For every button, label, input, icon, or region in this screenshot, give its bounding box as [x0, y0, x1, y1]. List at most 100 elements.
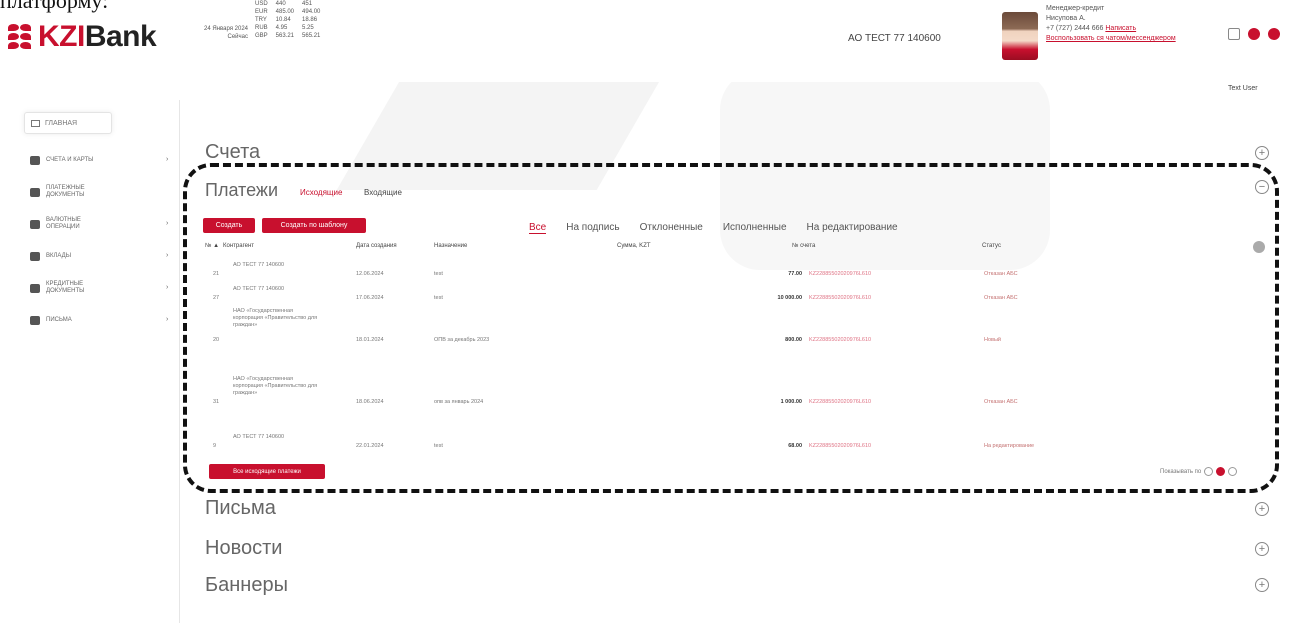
cell-date: 12.06.2024	[356, 271, 384, 277]
pager-option[interactable]	[1228, 467, 1238, 476]
logo-icon	[6, 20, 34, 54]
all-outgoing-button[interactable]: Все исходящие платежи	[209, 464, 325, 479]
filter-tab[interactable]: На подпись	[566, 222, 619, 234]
rate-cur: RUB	[255, 25, 268, 31]
settings-icon[interactable]	[1248, 28, 1260, 40]
cell-date: 18.06.2024	[356, 399, 384, 405]
collapse-payments-icon[interactable]: −	[1255, 180, 1269, 194]
column-header[interactable]: Назначение	[434, 243, 467, 249]
pager: Показывать по	[1160, 467, 1238, 476]
logo[interactable]: KZIBank	[6, 20, 157, 54]
cell-counterparty: НАО «Государственная корпорация «Правите…	[233, 308, 318, 328]
tab-incoming[interactable]: Входящие	[364, 188, 402, 197]
org-name[interactable]: АО ТЕСТ 77 140600	[848, 33, 941, 44]
section-letters[interactable]: Письма	[205, 497, 276, 520]
rate-buy: 440	[275, 1, 286, 7]
cell-status: Новый	[984, 337, 1001, 343]
rate-sell: 451	[302, 1, 313, 7]
sidebar-item-label: ПЛАТЕЖНЫЕ ДОКУМЕНТЫ	[46, 185, 85, 198]
column-header[interactable]: № счета	[792, 243, 815, 249]
cell-account: KZ22885502020976L610	[809, 399, 872, 405]
table-row[interactable]: 31 НАО «Государственная корпорация «Прави…	[205, 376, 1245, 424]
rate-buy: 563.21	[275, 33, 295, 39]
cell-date: 18.01.2024	[356, 337, 384, 343]
column-header[interactable]: Сумма, KZT	[617, 243, 651, 249]
table-row[interactable]: 20 НАО «Государственная корпорация «Прави…	[205, 308, 1245, 368]
cell-purpose: test	[434, 443, 443, 449]
chevron-right-icon: ›	[166, 156, 169, 163]
gear-icon[interactable]	[1253, 241, 1265, 253]
cell-status: Отказан АБС	[984, 295, 1018, 301]
chevron-right-icon: ›	[166, 220, 169, 227]
sidebar-item[interactable]: ВКЛАДЫ ›	[30, 240, 180, 272]
expand-accounts-icon[interactable]: +	[1255, 146, 1269, 160]
sidebar-item-label: ВАЛЮТНЫЕ ОПЕРАЦИИ	[46, 217, 81, 230]
rate-sell: 5.25	[302, 25, 314, 31]
cell-num: 20	[213, 337, 220, 343]
cell-date: 22.01.2024	[356, 443, 384, 449]
rates-date: 24 Января 2024 Сейчас	[204, 26, 248, 40]
write-link[interactable]: Написать	[1105, 25, 1136, 32]
cell-purpose: test	[434, 295, 443, 301]
sidebar-nav: СЧЕТА И КАРТЫ › ПЛАТЕЖНЫЕ ДОКУМЕНТЫ ВАЛЮТНЫ…	[30, 144, 180, 336]
sidebar-item[interactable]: СЧЕТА И КАРТЫ ›	[30, 144, 180, 176]
home-button[interactable]: ГЛАВНАЯ	[24, 112, 112, 134]
column-header[interactable]: Дата создания	[356, 243, 397, 249]
cell-num: 21	[213, 271, 220, 277]
rate-buy: 4.95	[275, 25, 288, 31]
rate-cur: EUR	[255, 9, 268, 15]
cell-account: KZ22885502020976L610	[809, 337, 872, 343]
rate-row: RUB 4.95 5.25	[255, 24, 328, 32]
expand-letters-icon[interactable]: +	[1255, 502, 1269, 516]
cell-purpose: ОПВ за декабрь 2023	[434, 337, 490, 343]
sidebar-item[interactable]: КРЕДИТНЫЕ ДОКУМЕНТЫ ›	[30, 272, 180, 304]
manager-avatar	[1002, 12, 1038, 60]
table-row[interactable]: 27 АО ТЕСТ 77 140600 17.06.2024 test 10 000.…	[205, 286, 1245, 306]
sidebar: ГЛАВНАЯ СЧЕТА И КАРТЫ › ПЛАТЕЖНЫЕ ДОКУМЕНТ…	[0, 100, 180, 623]
manager-info: Менеджер-кредит Нисупова А. +7 (727) 244…	[1046, 5, 1176, 44]
pager-label: Показывать по	[1160, 468, 1202, 475]
sidebar-item[interactable]: ПИСЬМА ›	[30, 304, 180, 336]
expand-news-icon[interactable]: +	[1255, 542, 1269, 556]
column-header[interactable]: Статус	[982, 243, 1001, 249]
filter-tab[interactable]: Все	[529, 222, 547, 234]
menu-icon	[30, 219, 40, 229]
section-news[interactable]: Новости	[205, 537, 282, 560]
section-accounts[interactable]: Счета	[205, 141, 260, 164]
cell-counterparty: АО ТЕСТ 77 140600	[233, 434, 285, 440]
table-row[interactable]: 21 АО ТЕСТ 77 140600 12.06.2024 test 77.00 KZ…	[205, 262, 1245, 282]
exchange-rates: USD 440 451 EUR 485.00 494.00 TRY 10.84 18.86 RUB…	[255, 0, 328, 40]
rate-row: TRY 10.84 18.86	[255, 16, 328, 24]
menu-icon	[30, 283, 40, 293]
rate-row: USD 440 451	[255, 0, 328, 8]
rate-buy: 485.00	[275, 9, 295, 15]
chevron-right-icon: ›	[166, 252, 169, 259]
table-header: № ▲ Контрагент Дата создания Назначение Сумм…	[205, 243, 1245, 253]
sidebar-item[interactable]: ПЛАТЕЖНЫЕ ДОКУМЕНТЫ	[30, 176, 180, 208]
document-icon[interactable]	[1228, 28, 1240, 40]
chevron-right-icon: ›	[166, 316, 169, 323]
filter-tab[interactable]: Отклоненные	[640, 222, 703, 234]
menu-icon	[30, 155, 40, 165]
section-payments[interactable]: Платежи	[205, 180, 278, 201]
tab-outgoing[interactable]: Исходящие	[300, 188, 342, 197]
cell-counterparty: АО ТЕСТ 77 140600	[233, 262, 285, 268]
section-banners[interactable]: Баннеры	[205, 574, 288, 597]
logout-icon[interactable]	[1268, 28, 1280, 40]
column-header[interactable]: Контрагент	[223, 243, 254, 249]
column-header[interactable]: № ▲	[205, 243, 219, 249]
filter-tab[interactable]: Исполненные	[723, 222, 787, 234]
create-from-template-button[interactable]: Создать по шаблону	[262, 218, 366, 233]
pager-option[interactable]	[1204, 467, 1214, 476]
expand-banners-icon[interactable]: +	[1255, 578, 1269, 592]
sidebar-item[interactable]: ВАЛЮТНЫЕ ОПЕРАЦИИ ›	[30, 208, 180, 240]
cell-purpose: test	[434, 271, 443, 277]
cell-amount: 68.00	[788, 443, 802, 449]
create-button[interactable]: Создать	[203, 218, 255, 233]
chat-link[interactable]: Воспользовать ся чатом/мессенджером	[1046, 34, 1176, 44]
pager-option-active[interactable]	[1216, 467, 1226, 476]
sidebar-item-label: КРЕДИТНЫЕ ДОКУМЕНТЫ	[46, 281, 85, 294]
rate-sell: 18.86	[302, 17, 318, 23]
table-row[interactable]: 9 АО ТЕСТ 77 140600 22.01.2024 test 68.00 KZ2…	[205, 434, 1245, 454]
filter-tab[interactable]: На редактирование	[807, 222, 898, 234]
